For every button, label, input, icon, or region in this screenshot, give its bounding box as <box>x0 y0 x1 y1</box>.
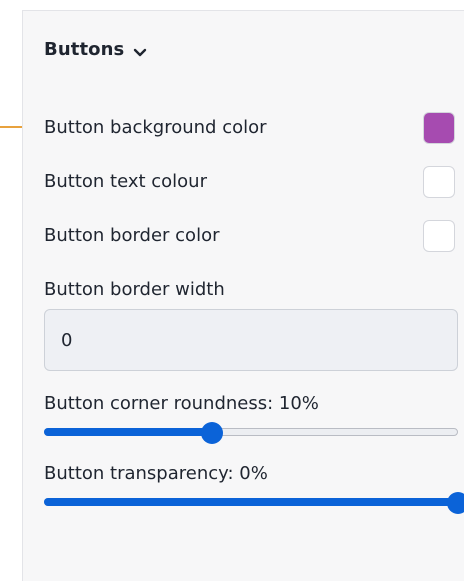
transparency-label: Button transparency: 0% <box>44 463 268 484</box>
transparency-slider[interactable] <box>44 492 464 514</box>
text-colour-label: Button text colour <box>44 171 207 192</box>
border-width-input[interactable] <box>44 309 458 371</box>
section-header-buttons[interactable]: Buttons <box>44 39 148 60</box>
border-color-label: Button border color <box>44 225 220 246</box>
background-color-swatch[interactable] <box>423 112 455 144</box>
slider-thumb[interactable] <box>200 422 223 444</box>
border-width-label: Button border width <box>44 279 225 300</box>
slider-thumb[interactable] <box>447 492 464 514</box>
background-color-label: Button background color <box>44 117 267 138</box>
settings-panel: Buttons Button background color Button t… <box>22 10 464 581</box>
slider-fill <box>44 428 212 436</box>
slider-fill <box>44 498 458 506</box>
chevron-down-icon[interactable] <box>132 44 148 56</box>
section-title: Buttons <box>44 39 125 60</box>
corner-roundness-slider[interactable] <box>44 422 458 444</box>
border-color-swatch[interactable] <box>423 220 455 252</box>
text-colour-swatch[interactable] <box>423 166 455 198</box>
corner-roundness-label: Button corner roundness: 10% <box>44 393 319 414</box>
